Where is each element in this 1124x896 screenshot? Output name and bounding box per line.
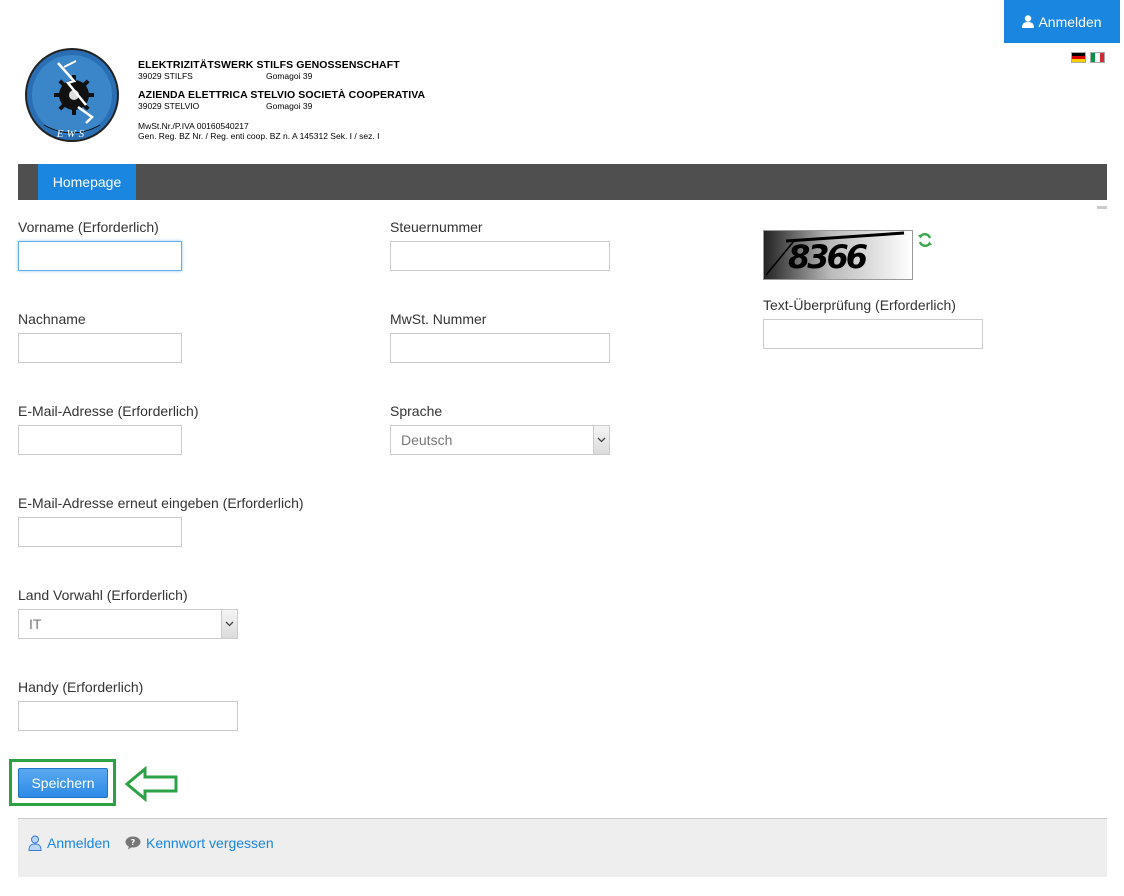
company-name-it: AZIENDA ELETTRICA STELVIO SOCIETÀ COOPER…: [138, 89, 426, 101]
scroll-indicator: [1097, 206, 1107, 209]
language-switcher: [1071, 52, 1105, 63]
save-button[interactable]: Speichern: [18, 768, 108, 798]
mobile-input[interactable]: [18, 701, 238, 731]
german-flag-icon[interactable]: [1071, 52, 1086, 63]
vat-number-text: MwSt.Nr./P.IVA 00160540217: [138, 121, 249, 131]
annotation-arrow-icon: [124, 765, 180, 807]
country-code-label: Land Vorwahl (Erforderlich): [18, 587, 188, 603]
lastname-input[interactable]: [18, 333, 182, 363]
firstname-input[interactable]: [18, 241, 182, 271]
email-confirm-input[interactable]: [18, 517, 182, 547]
language-label: Sprache: [390, 403, 443, 419]
language-value: Deutsch: [401, 432, 453, 448]
letterhead: ELEKTRIZITÄTSWERK STILFS GENOSSENSCHAFT …: [138, 59, 425, 141]
italian-flag-icon[interactable]: [1090, 52, 1105, 63]
taxnumber-input[interactable]: [390, 241, 610, 271]
nav-homepage[interactable]: Homepage: [38, 164, 136, 200]
company-name-de: ELEKTRIZITÄTSWERK STILFS GENOSSENSCHAFT: [138, 59, 400, 71]
footer-login-label: Anmelden: [47, 835, 111, 851]
main-navbar: Homepage: [18, 164, 1107, 200]
captcha-check-input[interactable]: [763, 319, 983, 349]
logo-text: EWS: [56, 128, 87, 140]
vatnumber-input[interactable]: [390, 333, 610, 363]
refresh-captcha-icon[interactable]: [917, 232, 933, 253]
street-it: Gomagoi 39: [266, 101, 313, 111]
country-code-value: IT: [29, 616, 42, 632]
user-icon: [1022, 15, 1035, 28]
forgot-password-label: Kennwort vergessen: [146, 835, 274, 851]
captcha-text: 8366: [788, 238, 868, 276]
email-input[interactable]: [18, 425, 182, 455]
email-label: E-Mail-Adresse (Erforderlich): [18, 403, 199, 419]
company-logo: EWS: [24, 45, 120, 147]
chevron-down-icon: [221, 610, 237, 638]
language-select[interactable]: Deutsch: [390, 425, 610, 455]
login-label: Anmelden: [1038, 13, 1102, 30]
footer-bar: Anmelden ? Kennwort vergessen: [18, 818, 1107, 877]
city-it: 39029 STELVIO: [138, 101, 200, 111]
forgot-password-link[interactable]: ? Kennwort vergessen: [125, 835, 274, 851]
taxnumber-label: Steuernummer: [390, 219, 483, 235]
user-icon: [28, 835, 42, 851]
chevron-down-icon: [593, 426, 609, 454]
svg-text:?: ?: [131, 838, 136, 847]
vatnumber-label: MwSt. Nummer: [390, 311, 487, 327]
country-code-select[interactable]: IT: [18, 609, 238, 639]
login-button[interactable]: Anmelden: [1004, 0, 1120, 43]
firstname-label: Vorname (Erforderlich): [18, 219, 159, 235]
help-icon: ?: [125, 836, 141, 850]
mobile-label: Handy (Erforderlich): [18, 679, 144, 695]
street-de: Gomagoi 39: [266, 71, 313, 81]
footer-login-link[interactable]: Anmelden: [28, 835, 110, 851]
lastname-label: Nachname: [18, 311, 86, 327]
city-de: 39029 STILFS: [138, 71, 193, 81]
email-confirm-label: E-Mail-Adresse erneut eingeben (Erforder…: [18, 495, 304, 511]
register-text: Gen. Reg. BZ Nr. / Reg. enti coop. BZ n.…: [138, 131, 380, 141]
captcha-image: 8366: [763, 230, 913, 280]
captcha-check-label: Text-Überprüfung (Erforderlich): [763, 297, 956, 313]
